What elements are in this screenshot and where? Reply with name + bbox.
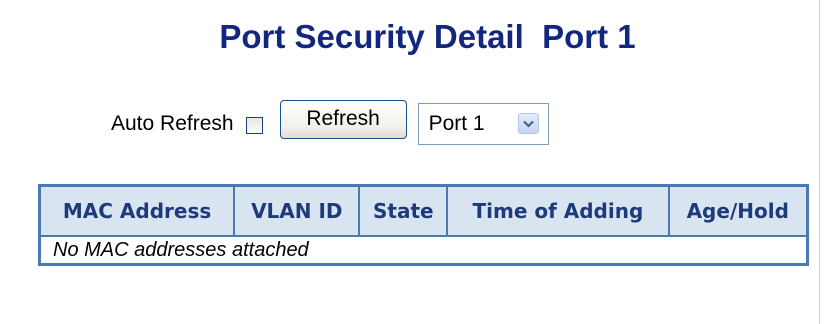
controls-bar: Auto Refresh Refresh Port 1 — [111, 99, 549, 145]
mac-address-table: MAC Address VLAN ID State Time of Adding… — [38, 184, 809, 266]
auto-refresh-label: Auto Refresh — [111, 112, 234, 135]
column-header-age-hold: Age/Hold — [667, 184, 809, 237]
refresh-button[interactable]: Refresh — [279, 99, 407, 139]
page-frame: Port Security Detail Port 1 Auto Refresh… — [0, 0, 820, 324]
auto-refresh-checkbox[interactable] — [245, 117, 263, 134]
page-title: Port Security Detail Port 1 — [219, 18, 636, 55]
chevron-down-icon[interactable] — [517, 113, 539, 134]
port-select[interactable]: Port 1 — [417, 103, 549, 145]
column-header-time-of-adding: Time of Adding — [446, 184, 670, 237]
port-select-value: Port 1 — [428, 112, 485, 135]
empty-table-message: No MAC addresses attached — [38, 235, 809, 266]
column-header-vlan-id: VLAN ID — [233, 184, 361, 237]
table-header-row: MAC Address VLAN ID State Time of Adding… — [38, 184, 809, 237]
column-header-mac-address: MAC Address — [38, 184, 236, 237]
table-row: No MAC addresses attached — [38, 235, 809, 266]
column-header-state: State — [358, 184, 449, 237]
